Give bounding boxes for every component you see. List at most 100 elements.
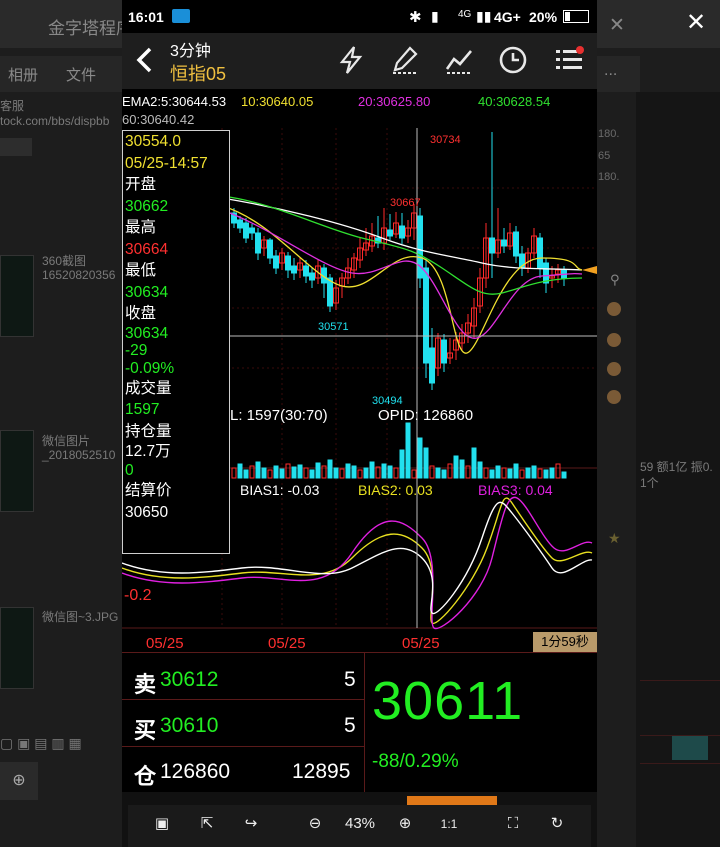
oi-value: 12.7万: [125, 443, 171, 460]
viewer-close-icon[interactable]: ✕: [686, 8, 706, 37]
fit-screen-icon[interactable]: ⛶: [496, 806, 530, 842]
background-file-sub: _2018052510: [42, 448, 116, 462]
quote-divider: [122, 699, 364, 700]
volume-bar: [435, 467, 441, 479]
open-value: 30662: [125, 197, 169, 215]
share-icon[interactable]: ↪: [234, 806, 268, 842]
candlesticks: [231, 132, 567, 390]
background-close-icon[interactable]: ✕: [609, 14, 625, 37]
volume-bar: [285, 463, 291, 479]
message-icon: [172, 9, 190, 23]
volume-bar: [495, 465, 501, 479]
background-tab-files[interactable]: 文件: [66, 64, 96, 85]
background-divider: [640, 763, 720, 764]
phone-screenshot: 16:01 ✱ ▮ 4G ▮▮ 4G+ 20% 3分钟 恒指05 EMA2:5:…: [122, 0, 597, 847]
volume-bar: [477, 461, 483, 479]
candle-body: [417, 215, 423, 279]
menu-icon[interactable]: [554, 45, 584, 75]
volume-bar: [381, 463, 387, 479]
quote-divider: [364, 653, 365, 793]
volume-bar: [237, 463, 243, 479]
volume-bar: [537, 468, 543, 479]
trend-icon[interactable]: [444, 45, 474, 75]
background-thumbnail[interactable]: [0, 430, 34, 512]
price-marker: [582, 266, 597, 274]
settle-value: 30650: [125, 503, 169, 521]
background-text: tock.com/bbs/dispbb: [0, 114, 110, 128]
volume-bar: [273, 465, 279, 479]
volume-bar: [519, 469, 525, 479]
change-pct: -0.09%: [125, 359, 175, 377]
open-external-icon[interactable]: ⇱: [190, 806, 224, 842]
save-icon[interactable]: ▣: [145, 806, 179, 842]
volume-bar: [375, 466, 381, 479]
volume-bar: [471, 447, 477, 479]
actual-size-button[interactable]: 1:1: [432, 806, 466, 842]
ema10-label: 10:30640.05: [241, 94, 314, 109]
background-text: 59 额1亿 振0.: [640, 460, 713, 474]
volume-label: L: 1597(30:70): [230, 407, 328, 424]
zoom-in-icon[interactable]: ⊕: [388, 806, 422, 842]
volume-bar: [549, 467, 555, 479]
background-tab-album[interactable]: 相册: [8, 64, 38, 85]
zoom-level: 43%: [344, 815, 376, 832]
signal-icon: ▮▮: [476, 8, 492, 24]
buy-qty: 5: [344, 714, 356, 737]
lightning-icon[interactable]: [336, 45, 366, 75]
change-value: -29: [125, 341, 148, 359]
volume-bar: [447, 463, 453, 479]
background-thumbnail[interactable]: [0, 255, 34, 337]
buy-price[interactable]: 30610: [160, 714, 218, 738]
high-label: 最高: [125, 219, 157, 236]
high-value: 30664: [125, 240, 169, 258]
avatar: [607, 302, 621, 316]
candle-body: [537, 237, 543, 269]
avatar: [607, 362, 621, 376]
volume-bar: [441, 469, 447, 479]
background-file-name: 微信图~3.JPG: [42, 610, 119, 624]
background-divider: [640, 735, 720, 736]
oi-label: 仓: [134, 764, 157, 789]
background-block: [0, 138, 32, 156]
background-thumbnail[interactable]: [0, 607, 34, 689]
zoom-out-icon[interactable]: ⊖: [298, 806, 332, 842]
annotation-high: 30734: [430, 134, 461, 146]
avatar: [607, 333, 621, 347]
bias2-label: BIAS2: 0.03: [358, 482, 433, 498]
candle-body: [489, 237, 495, 254]
candle-body: [501, 239, 507, 247]
open-label: 开盘: [125, 176, 157, 193]
quote-divider: [122, 746, 364, 747]
sell-price[interactable]: 30612: [160, 668, 218, 692]
background-more-icon[interactable]: ...: [604, 62, 617, 80]
background-zoom-icon[interactable]: ⊕: [0, 762, 38, 800]
low-label: 最低: [125, 262, 157, 279]
volume-bar: [387, 465, 393, 479]
star-icon[interactable]: ★: [608, 530, 621, 547]
volume-bar: [369, 461, 375, 479]
volume-bar: [267, 469, 273, 479]
cursor-price: 30554.0: [125, 133, 182, 150]
pencil-icon[interactable]: [390, 45, 420, 75]
volume-bar: [261, 467, 267, 479]
background-divider: [640, 680, 720, 681]
volume-bar: [231, 467, 237, 479]
volume-bar: [513, 463, 519, 479]
volume-bar: [327, 459, 333, 479]
candle-body: [291, 265, 297, 274]
candle-body: [441, 339, 447, 364]
back-icon[interactable]: [130, 45, 160, 75]
background-text: 1个: [640, 476, 659, 490]
background-search-icon[interactable]: ⚲: [610, 272, 620, 288]
symbol-label: 恒指05: [170, 64, 227, 84]
volume-bar: [345, 463, 351, 479]
rotate-icon[interactable]: ↻: [540, 806, 574, 842]
clock-icon[interactable]: [498, 45, 528, 75]
background-block: [672, 736, 708, 760]
x-label: 05/25: [402, 635, 440, 652]
volume-bar: [309, 469, 315, 479]
candle-body: [243, 222, 249, 239]
volume-bar: [351, 465, 357, 479]
volume-value: 1597: [125, 401, 160, 418]
volume-bar: [531, 465, 537, 479]
